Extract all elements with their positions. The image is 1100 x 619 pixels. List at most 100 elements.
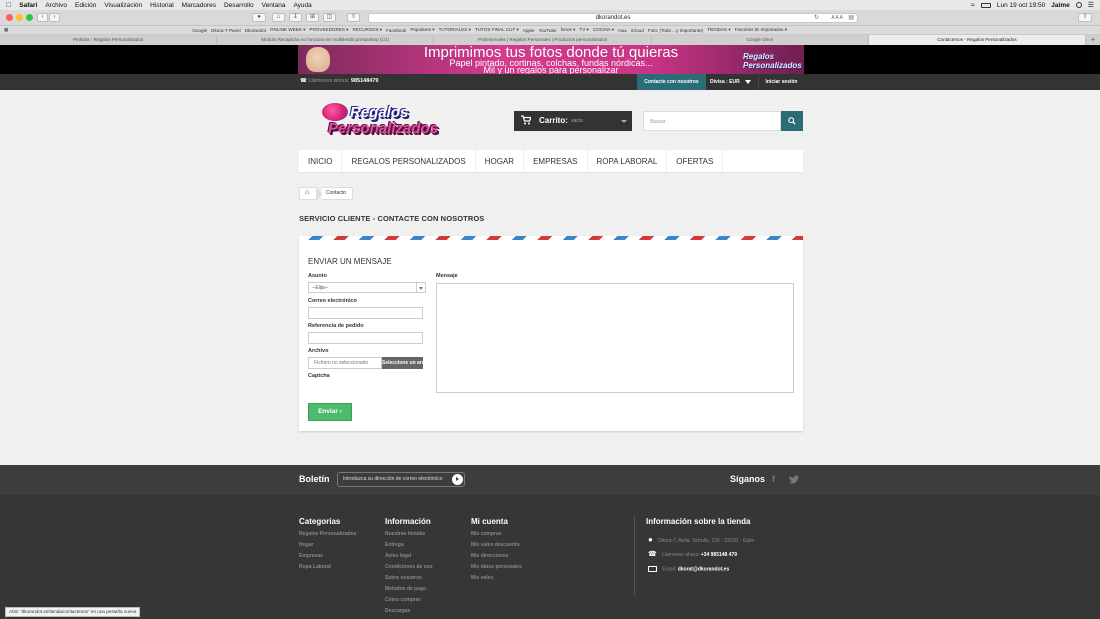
footer-link[interactable]: Condiciones de uso <box>385 564 433 575</box>
close-window-button[interactable] <box>6 14 13 21</box>
search-input[interactable]: Buscar <box>643 111 781 131</box>
bookmarks-grid-icon[interactable]: ▦ <box>4 27 8 33</box>
browser-tab[interactable]: Pedidos › Regalos Personalizados <box>0 35 218 45</box>
wifi-icon[interactable]: ≈ <box>971 2 975 9</box>
contact-us-link[interactable]: Contacte con nosotros <box>637 74 706 90</box>
footer-link[interactable]: Metodos de pago <box>385 586 433 597</box>
bookmark-item[interactable]: max <box>618 28 627 33</box>
share-page-icon[interactable]: ⇧ <box>1078 13 1092 22</box>
forward-button[interactable]: › <box>49 13 60 22</box>
downloads-icon[interactable]: ↧ <box>289 13 302 22</box>
breadcrumb-home[interactable]: ⌂ <box>299 187 317 200</box>
menu-inicio[interactable]: INICIO <box>299 150 343 172</box>
bookmark-item[interactable]: Foto: (Todo ...y Importante) <box>648 28 703 33</box>
facebook-icon[interactable]: f <box>772 474 775 484</box>
menu-regalos-personalizados[interactable]: REGALOS PERSONALIZADOS <box>342 150 476 172</box>
duckduckgo-extension-icon[interactable]: ● <box>252 13 266 22</box>
login-link[interactable]: Iniciar sesión <box>758 74 804 90</box>
share-icon[interactable]: ⇧ <box>347 13 360 22</box>
back-button[interactable]: ‹ <box>37 13 48 22</box>
bookmark-item[interactable]: Facebook <box>386 28 406 33</box>
menu-ofertas[interactable]: OFERTAS <box>667 150 724 172</box>
bookmark-item[interactable]: fonos ▾ <box>561 27 576 33</box>
bookmark-item[interactable]: RECURSOS ▾ <box>353 27 383 33</box>
top-sites-icon[interactable]: ⊞ <box>306 13 319 22</box>
new-tab-button[interactable]: + <box>1086 35 1100 45</box>
bookmark-item[interactable]: Populares ▾ <box>410 27 434 33</box>
menu-ropa-laboral[interactable]: ROPA LABORAL <box>588 150 668 172</box>
send-button[interactable]: Enviar › <box>308 403 352 421</box>
search-button[interactable] <box>781 111 803 131</box>
bookmark-item[interactable]: TIENDAS ▾ <box>707 27 731 33</box>
banner-image[interactable]: Imprimimos tus fotos donde tú quieras Pa… <box>298 45 804 75</box>
bookmark-item[interactable]: Dkora-T Panel <box>211 28 241 33</box>
bookmark-item[interactable]: Dkorandot <box>245 28 266 33</box>
reader-text-size[interactable]: A A A <box>831 14 843 22</box>
address-bar[interactable]: dkorandot.es ↻ A A A ▤ <box>368 13 858 23</box>
bookmark-item[interactable]: ONLINE WEBS ▾ <box>270 27 306 33</box>
menu-item-archivo[interactable]: Archivo <box>45 2 67 9</box>
apple-icon[interactable]:  <box>6 2 11 9</box>
file-select-button[interactable]: Seleccione un archivo <box>382 357 423 369</box>
bookmark-item[interactable]: TUTOS FINAL CUT ▾ <box>475 27 519 33</box>
bookmark-item[interactable]: Apple <box>523 28 535 33</box>
message-textarea[interactable] <box>436 283 794 393</box>
menu-item-edicion[interactable]: Edición <box>75 2 96 9</box>
footer-link[interactable]: Hogar <box>299 542 357 553</box>
promo-banner[interactable]: Imprimimos tus fotos donde tú quieras Pa… <box>0 45 1100 75</box>
menu-item-desarrollo[interactable]: Desarrollo <box>224 2 254 9</box>
menu-item-visualizacion[interactable]: Visualización <box>104 2 142 9</box>
menu-empresas[interactable]: EMPRESAS <box>524 150 588 172</box>
footer-link[interactable]: Mis datos personales <box>471 564 522 575</box>
reload-icon[interactable]: ↻ <box>814 14 819 22</box>
twitter-icon[interactable] <box>789 475 799 484</box>
shield-icon[interactable]: ▤ <box>848 14 854 22</box>
spotlight-icon[interactable] <box>1075 2 1082 8</box>
footer-link[interactable]: Mis vales descuento <box>471 542 522 553</box>
bookmark-item[interactable]: Google <box>192 28 207 33</box>
menubar-user[interactable]: Jaime <box>1051 2 1069 9</box>
minimize-window-button[interactable] <box>16 14 23 21</box>
store-email-address[interactable]: dkorat@dkorandot.es <box>678 566 730 572</box>
cart-button[interactable]: Carrito: vacío <box>514 111 632 131</box>
menubar-datetime[interactable]: Lun 19 oct 19:50 <box>997 2 1045 9</box>
footer-link[interactable]: Ropa Laboral <box>299 564 357 575</box>
menu-item-ayuda[interactable]: Ayuda <box>293 2 311 9</box>
newsletter-email-input[interactable]: Introduzca su dirección de correo electr… <box>337 472 465 487</box>
footer-link[interactable]: Nuestras tiendas <box>385 531 433 542</box>
browser-tab[interactable]: Google Drive <box>652 35 869 45</box>
bookmark-item[interactable]: TV ▾ <box>579 27 588 33</box>
currency-selector[interactable]: Divisa : EUR <box>710 74 758 90</box>
bookmark-item[interactable]: TUTORIALES ▾ <box>439 27 471 33</box>
zoom-window-button[interactable] <box>26 14 33 21</box>
bookmark-item[interactable]: Favoritos IE Importados ▾ <box>735 27 787 33</box>
site-logo[interactable]: Regalos Personalizados <box>320 100 442 142</box>
footer-link[interactable]: Sobre nosotros <box>385 575 433 586</box>
email-field[interactable] <box>308 307 423 319</box>
bookmark-item[interactable]: YouTube <box>539 28 557 33</box>
bookmark-item[interactable]: PROVEEDORES ▾ <box>309 27 348 33</box>
bookmark-item[interactable]: iCloud <box>631 28 644 33</box>
footer-link[interactable]: Mis vales <box>471 575 522 586</box>
browser-tab[interactable]: Modulo Recaptcha no funciona en multitie… <box>217 35 435 45</box>
footer-link[interactable]: Entrega <box>385 542 433 553</box>
newsletter-submit-button[interactable] <box>452 474 463 485</box>
notifications-icon[interactable]: ☰ <box>1088 1 1094 9</box>
footer-link[interactable]: Aviso legal <box>385 553 433 564</box>
footer-link[interactable]: Descargas <box>385 608 433 619</box>
menu-hogar[interactable]: HOGAR <box>476 150 525 172</box>
footer-link[interactable]: Mis direcciones <box>471 553 522 564</box>
battery-icon[interactable] <box>980 2 991 8</box>
footer-link[interactable]: Regalos Personalizados <box>299 531 357 542</box>
menu-app-name[interactable]: Safari <box>19 2 37 9</box>
menu-item-ventana[interactable]: Ventana <box>262 2 286 9</box>
menu-item-historial[interactable]: Historial <box>150 2 173 9</box>
footer-link[interactable]: Empresas <box>299 553 357 564</box>
footer-link[interactable]: Cómo comprar <box>385 597 433 608</box>
menu-item-marcadores[interactable]: Marcadores <box>182 2 216 9</box>
bookmark-item[interactable]: COCINA ▾ <box>593 27 614 33</box>
subject-select[interactable]: --Elija-- <box>308 282 426 293</box>
sidebar-icon[interactable]: ◫ <box>323 13 336 22</box>
footer-link[interactable]: Mis compras <box>471 531 522 542</box>
home-icon[interactable]: ⌂ <box>272 13 285 22</box>
